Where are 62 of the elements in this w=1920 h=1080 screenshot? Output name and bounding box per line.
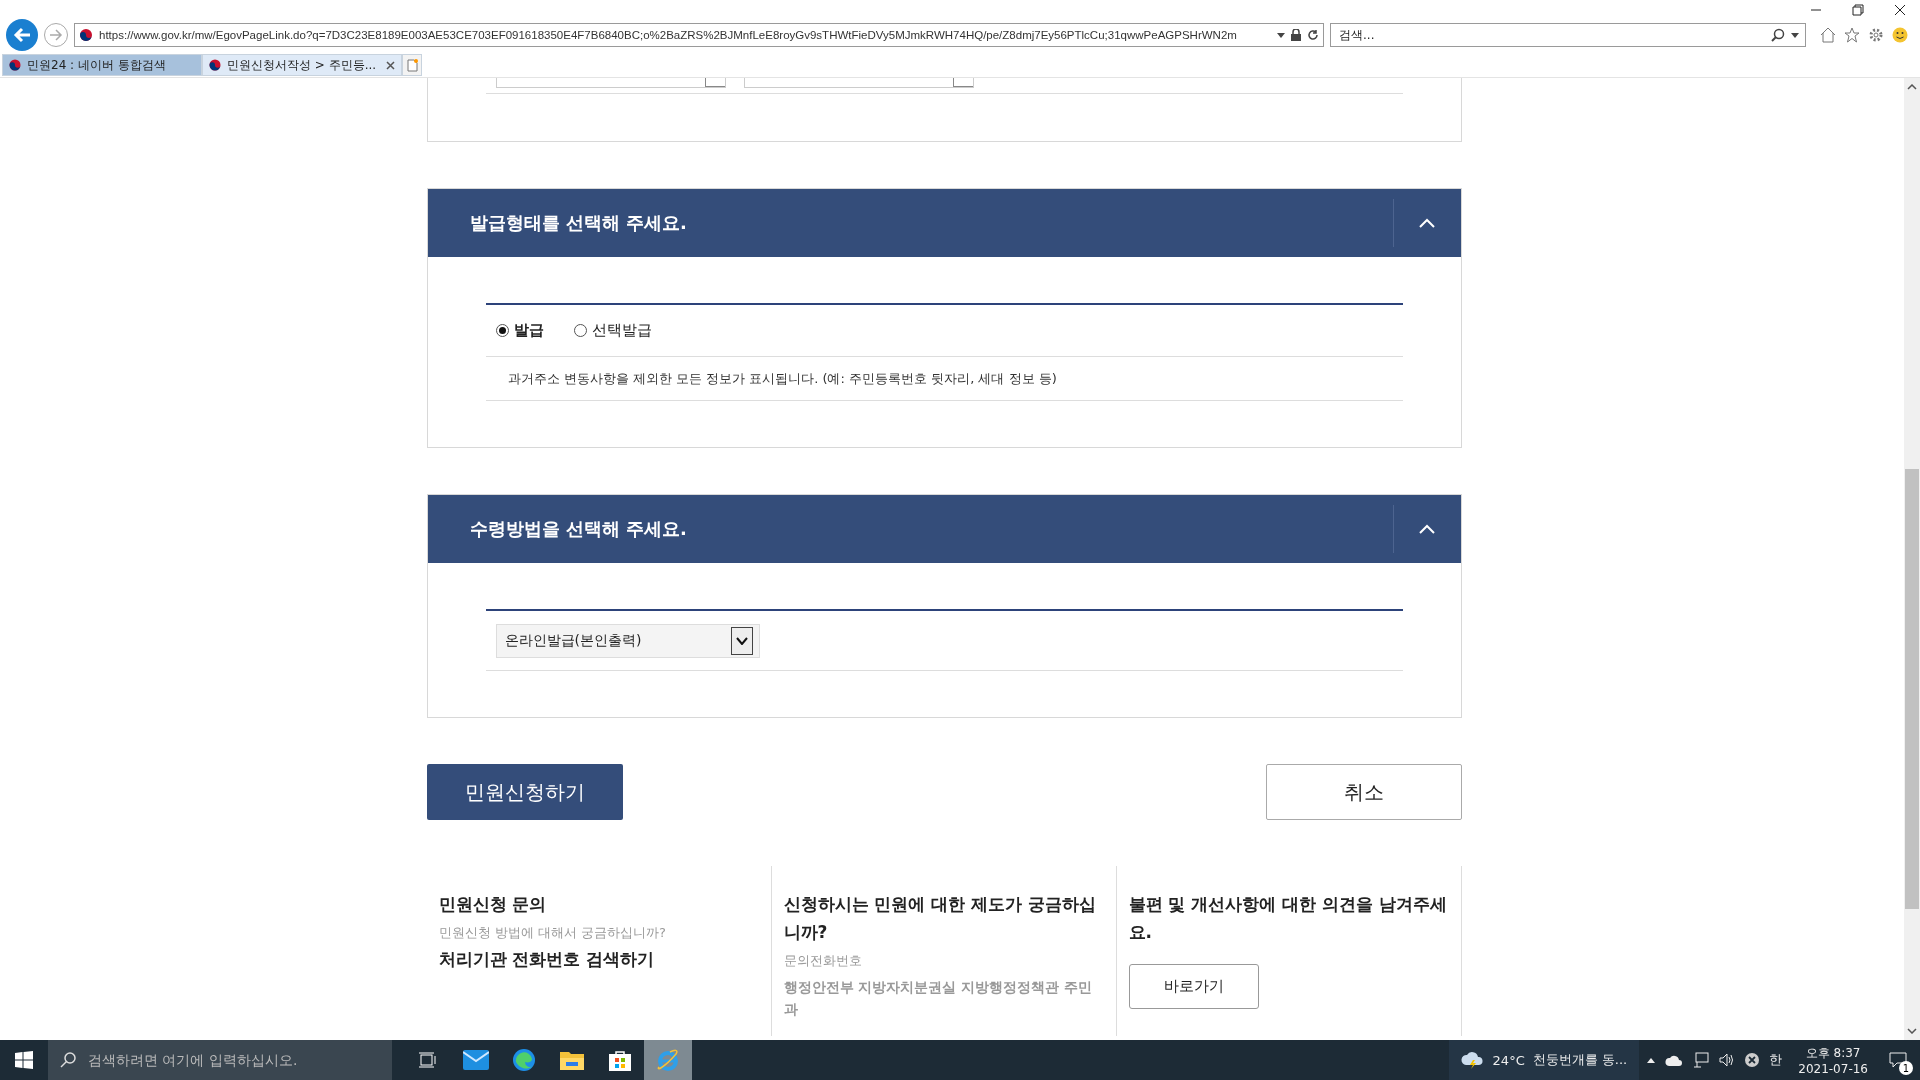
chevron-up-icon <box>1419 524 1435 534</box>
error-icon[interactable] <box>1745 1053 1760 1067</box>
chevron-down-icon <box>735 636 748 645</box>
arrow-left-icon <box>13 27 31 43</box>
weather-widget[interactable]: 24°C 천둥번개를 동... <box>1448 1040 1640 1080</box>
site-icon <box>209 59 221 71</box>
dropdown-select[interactable]: 온라인발급(본인출력) <box>495 623 760 658</box>
task-view-icon <box>419 1052 437 1068</box>
section-title: 수령방법을 선택해 주세요. <box>469 517 688 541</box>
footer-title: 불편 및 개선사항에 대한 의견을 남겨주세요. <box>1128 893 1449 944</box>
footer-text: 행정안전부 지방자치분권실 지방행정정책관 주민과 <box>783 978 1094 1019</box>
search-icon <box>60 1052 76 1068</box>
radio-option[interactable]: 발급 <box>495 321 544 340</box>
taskbar-search-field[interactable]: 검색하려면 여기에 입력하십시오. <box>48 1040 392 1080</box>
footer-text: 문의전화번호 <box>783 952 863 970</box>
chevron-up-icon[interactable] <box>1647 1057 1656 1063</box>
smiley-icon[interactable] <box>1892 27 1908 43</box>
footer-link[interactable]: 처리기관 전화번호 검색하기 <box>438 948 759 971</box>
refresh-icon[interactable] <box>1307 29 1319 41</box>
footer-text: 민원신청 방법에 대해서 궁금하십니까? <box>438 924 667 942</box>
footer-title: 민원신청 문의 <box>438 893 548 916</box>
home-icon[interactable] <box>1820 27 1836 43</box>
volume-icon[interactable] <box>1719 1053 1736 1067</box>
radio-option[interactable]: 선택발급 <box>573 321 652 340</box>
dropdown-icon[interactable] <box>1277 32 1285 38</box>
chevron-up-icon <box>1419 218 1435 228</box>
notification-button[interactable]: 1 <box>1881 1045 1915 1075</box>
footer-title: 신청하시는 민원에 대한 제도가 궁금하십니까? <box>783 893 1098 944</box>
network-icon[interactable] <box>1693 1052 1710 1068</box>
scrollbar[interactable] <box>1904 78 1920 1040</box>
lock-icon <box>1291 29 1301 41</box>
select-field[interactable] <box>743 78 974 88</box>
clock[interactable]: 오후 8:37 2021-07-16 <box>1790 1044 1876 1076</box>
search-icon[interactable] <box>1771 28 1785 42</box>
dropdown-icon[interactable] <box>1791 32 1799 38</box>
restore-icon[interactable] <box>1852 4 1864 16</box>
search-field[interactable]: 검색... <box>1330 23 1806 47</box>
submit-button[interactable]: 민원신청하기 <box>426 764 623 820</box>
site-icon <box>9 59 21 71</box>
back-button[interactable] <box>6 19 38 51</box>
arrow-right-icon <box>49 29 63 41</box>
windows-logo-icon <box>15 1051 33 1069</box>
storm-cloud-icon <box>1460 1051 1485 1069</box>
info-text: 과거주소 변동사항을 제외한 모든 정보가 표시됩니다. (예: 주민등록번호 뒷자리, 세대 정보 등) <box>485 357 1403 401</box>
scroll-up-icon[interactable] <box>1907 84 1917 90</box>
cancel-button[interactable]: 취소 <box>1265 764 1462 820</box>
close-icon[interactable] <box>386 60 395 70</box>
star-icon[interactable] <box>1844 27 1860 43</box>
select-field[interactable] <box>495 78 726 88</box>
search-input[interactable]: 검색하려면 여기에 입력하십시오. <box>86 1051 392 1069</box>
browser-tab[interactable]: 민원신청서작성 > 주민등... <box>202 54 402 76</box>
page-icon <box>406 58 418 72</box>
close-icon[interactable] <box>1894 4 1906 16</box>
shortcut-button[interactable]: 바로가기 <box>1128 964 1259 1009</box>
browser-tab[interactable]: 민원24 : 네이버 통합검색 <box>2 54 202 76</box>
cloud-icon[interactable] <box>1665 1054 1684 1066</box>
input-method-indicator[interactable]: 한 <box>1769 1051 1783 1069</box>
settings-icon[interactable] <box>1868 27 1884 43</box>
section-title: 발급형태를 선택해 주세요. <box>469 211 688 235</box>
site-icon <box>79 28 93 42</box>
scroll-down-icon[interactable] <box>1907 1028 1917 1034</box>
address-bar[interactable]: https://www.gov.kr/mw/EgovPageLink.do?q=7D3C23E8189E003AE53CE703EF091618350E4F7B6840BC;o%2BaZRS%2BJMnfLeE8royGv9sTHWtFieDVy5MJmkRWH74HQ/pe/Z8dmj7Ey56PTlcCu;31qwwPeAGPSHrWN2m <box>74 23 1324 47</box>
